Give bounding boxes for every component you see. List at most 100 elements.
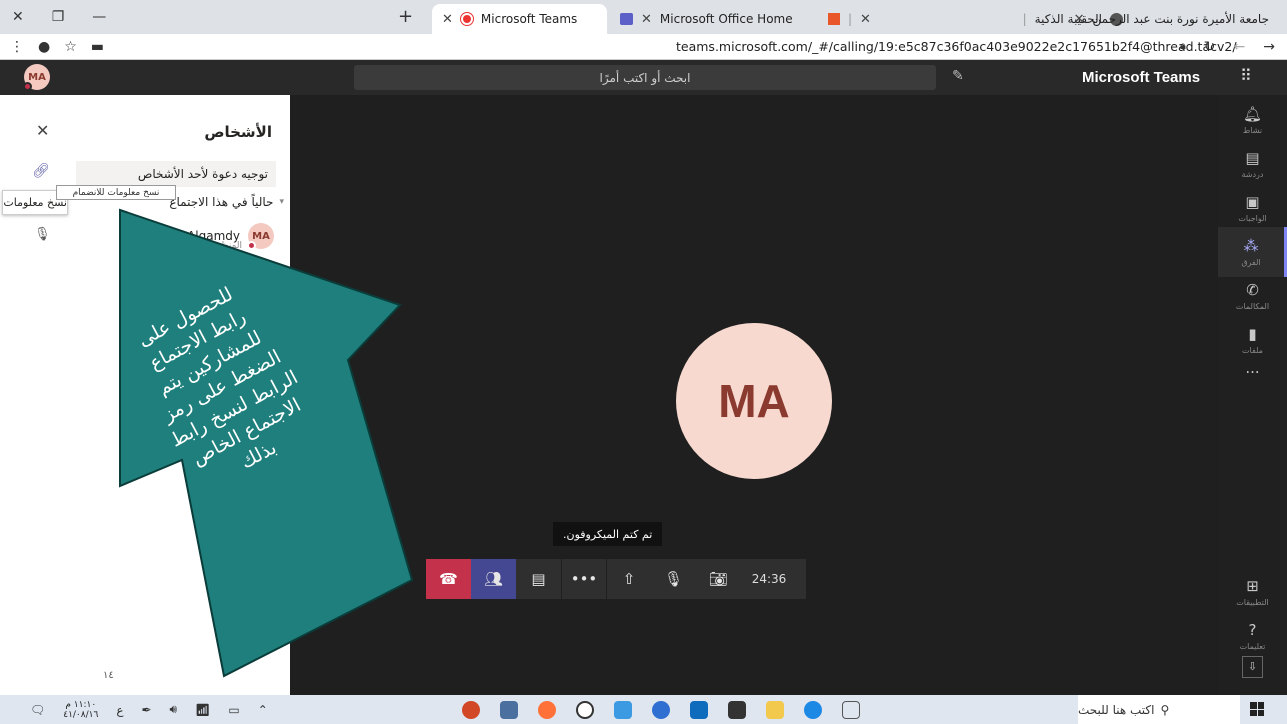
mic-toggle-button[interactable]: 🎙︎ [651,559,696,599]
rail-item-teams[interactable]: ⁂ الفرق [1218,227,1287,277]
chrome-icon[interactable] [614,700,632,719]
avatar[interactable]: MA [23,64,50,91]
tab-close-icon[interactable]: ✕ [860,12,871,27]
download-icon: ⇩ [1241,656,1264,678]
wifi-icon[interactable]: 📶︎ [195,703,210,717]
chat-icon: ▤ [531,570,546,588]
section-in-meeting[interactable]: ▾ حالياً في هذا الاجتماع [169,195,284,209]
rail-label: الواجبات [1238,213,1267,223]
edge-icon[interactable] [804,700,822,719]
participant-avatar: MA [676,323,832,479]
tooltip: نسخ معلومات للانضمام [56,185,176,200]
window-controls: ✕ ❐ — [0,9,150,25]
avatar-initials: MA [28,71,46,83]
task-view-icon[interactable] [842,700,860,719]
rail-item-activity[interactable]: 🔔︎ نشاط [1218,95,1287,145]
avatar-initials: MA [252,230,270,242]
share-screen-button[interactable]: ⇧ [606,559,651,599]
status-busy-icon [23,82,32,91]
reload-icon[interactable]: ↻ [1204,39,1216,55]
apps-icon: ⊞ [1246,576,1259,595]
media-icon[interactable]: ▬ [91,39,104,55]
hang-up-button[interactable]: ☎ [426,559,471,599]
volume-icon[interactable]: 🔊︎ [170,702,178,717]
start-button[interactable] [1250,702,1264,716]
status-busy-icon [247,241,256,250]
clock-time: ١١:١٠ م [65,699,97,710]
clock[interactable]: ١١:١٠ م ٤١/٠٨/١٦ [63,700,98,720]
share-screen-icon: ⇧ [622,570,636,588]
language-indicator[interactable]: ع [116,703,123,717]
file-explorer-icon[interactable] [766,700,784,719]
url-field[interactable]: teams.microsoft.com/_#/calling/19:e5c87c… [676,39,1237,54]
powerpoint-icon[interactable] [462,700,480,719]
restore-window-icon[interactable]: ❐ [52,9,65,25]
hang-up-icon: ☎ [439,570,458,588]
rail-item-chat[interactable]: ▤ دردشة [1218,139,1287,189]
address-bar: ⋮ ● ☆ ▬ teams.microsoft.com/_#/calling/1… [0,34,1287,60]
profile-icon[interactable]: ● [38,39,50,55]
more-icon: ••• [570,570,598,588]
app-launcher-icon[interactable]: ⠿ [1240,66,1252,85]
back-icon[interactable]: ← [1234,39,1246,55]
tab-divider: | [1022,12,1027,26]
store-icon[interactable] [728,700,746,719]
rail-label: نشاط [1242,125,1263,135]
page-number: ١٤ [103,670,114,681]
new-tab-button[interactable]: + [398,6,413,27]
lock-icon: 🔒︎ [1179,38,1186,52]
teams-icon [620,13,633,25]
tab-title: Microsoft Office Home [659,12,793,26]
rail-item-assignments[interactable]: ▣ الواجبات [1218,183,1287,233]
search-input[interactable]: ابحث أو اكتب أمرًا [354,65,936,90]
pen-icon[interactable]: ✒︎ [141,703,151,717]
tab-divider: | [848,12,853,26]
tab-office[interactable]: | ✕ [818,4,888,34]
browser-menu-group: ⋮ ● ☆ ▬ [0,39,160,55]
rail-item-calls[interactable]: ✆ المكالمات [1218,271,1287,321]
show-chat-button[interactable]: ▤ [516,559,561,599]
taskbar-search[interactable]: ⚲ اكتب هنا للبحث [1078,695,1240,724]
participants-panel: الأشخاص ✕ توجيه دعوة لأحد الأشخاص 🔗︎ ▾ ح… [0,95,290,695]
nav-buttons: 🔒︎ ↻ ← → [1180,39,1275,55]
close-icon[interactable]: ✕ [36,121,49,140]
files-icon: ▮ [1248,324,1257,343]
camera-app-icon[interactable] [576,700,594,719]
tab-close-icon[interactable]: ✕ [1074,12,1085,27]
notifications-icon[interactable]: 🗨︎ [30,703,45,717]
office-icon [828,13,840,25]
new-chat-icon[interactable]: ✎ [952,68,964,84]
mail-icon[interactable] [690,700,708,719]
firefox-icon[interactable] [538,700,556,719]
tab-close-icon[interactable]: ✕ [641,12,652,27]
language-bar-icon[interactable] [652,700,670,719]
download-app-button[interactable]: ⇩ [1218,647,1287,687]
invite-input[interactable]: توجيه دعوة لأحد الأشخاص [76,161,276,187]
chevron-up-icon[interactable]: ⌃ [258,703,268,717]
more-actions-button[interactable]: ••• [561,559,606,599]
tab-office-home[interactable]: ✕ Microsoft Office Home [610,4,815,34]
search-icon: ⚲ [1160,702,1170,717]
browser-tab-bar: ✕ ❐ — + ✕ Microsoft Teams ✕ Microsoft Of… [0,0,1287,34]
close-window-icon[interactable]: ✕ [12,9,24,25]
people-icon: 👥︎ [483,570,504,588]
bookmark-star-icon[interactable]: ☆ [64,39,77,55]
tooltip-text: نسخ معلومات للانضمام [72,187,160,198]
rail-label: التطبيقات [1236,597,1269,607]
minimize-window-icon[interactable]: — [92,9,106,25]
show-participants-button[interactable]: 👥︎ [471,559,516,599]
tab-close-icon[interactable]: ✕ [442,12,453,27]
camera-toggle-button[interactable]: 📷︎ [696,559,741,599]
chevron-down-icon: ▾ [279,197,284,207]
rail-more-button[interactable]: ... [1218,343,1287,393]
tab-university[interactable]: جامعة الأميرة نورة بنت عبد الرحمن ✕ [1074,4,1287,34]
chat-icon: ▤ [1245,148,1260,167]
tab-teams[interactable]: ✕ Microsoft Teams [432,4,607,34]
rail-item-apps[interactable]: ⊞ التطبيقات [1218,567,1287,617]
battery-icon[interactable]: ▭ [228,703,239,717]
forward-icon[interactable]: → [1263,39,1275,55]
app-icon[interactable] [500,700,518,719]
share-link-icon[interactable]: 🔗︎ [32,163,50,179]
search-placeholder: اكتب هنا للبحث [1078,702,1155,717]
browser-menu-icon[interactable]: ⋮ [10,39,24,55]
